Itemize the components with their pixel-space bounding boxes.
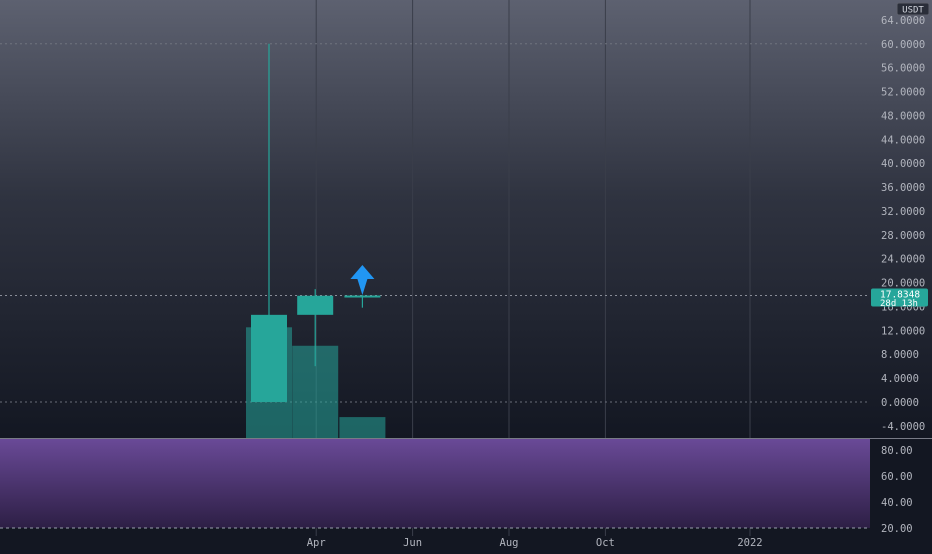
candle-body[interactable] bbox=[297, 295, 334, 315]
oscillator-tick-label: 40.00 bbox=[881, 497, 913, 509]
price-tick-label: 40.0000 bbox=[881, 158, 925, 170]
price-tick-label: 12.0000 bbox=[881, 325, 925, 337]
time-tick-label: 2022 bbox=[737, 537, 762, 549]
price-tick-label: 28.0000 bbox=[881, 230, 925, 242]
price-tick-label: 36.0000 bbox=[881, 182, 925, 194]
bar-countdown: 28d 13h bbox=[880, 299, 918, 309]
price-tick-label: 20.0000 bbox=[881, 278, 925, 290]
oscillator-tick-label: 60.00 bbox=[881, 471, 913, 483]
candle-body[interactable] bbox=[251, 314, 287, 402]
candle-body[interactable] bbox=[344, 295, 381, 298]
currency-label: USDT bbox=[902, 6, 924, 16]
price-tick-label: 60.0000 bbox=[881, 39, 925, 51]
time-tick-label: Oct bbox=[596, 537, 615, 549]
price-tick-label: -4.0000 bbox=[881, 421, 925, 433]
volume-bar bbox=[339, 417, 386, 438]
oscillator-tick-label: 20.00 bbox=[881, 523, 913, 535]
price-tick-label: 64.0000 bbox=[881, 15, 925, 27]
price-tick-label: 52.0000 bbox=[881, 87, 925, 99]
oscillator-pane: 20.00 40.00 60.00 80.00 bbox=[0, 438, 932, 535]
price-tick-label: 48.0000 bbox=[881, 110, 925, 122]
oscillator-band-fill bbox=[0, 438, 870, 528]
main-pane-background bbox=[0, 0, 932, 438]
price-tick-label: 32.0000 bbox=[881, 206, 925, 218]
price-tick-label: 44.0000 bbox=[881, 134, 925, 146]
price-tick-label: 56.0000 bbox=[881, 63, 925, 75]
time-tick-label: Aug bbox=[500, 537, 519, 549]
price-tick-label: 24.0000 bbox=[881, 254, 925, 266]
price-chart-svg[interactable]: 20.00 40.00 60.00 80.00 -4.0000 0.0000 4.0000… bbox=[0, 0, 932, 550]
time-tick-label: Jun bbox=[403, 537, 422, 549]
price-tick-label: 4.0000 bbox=[881, 373, 919, 385]
price-tick-label: 8.0000 bbox=[881, 349, 919, 361]
chart-container[interactable]: 20.00 40.00 60.00 80.00 -4.0000 0.0000 4.0000… bbox=[0, 0, 932, 550]
price-tick-label: 0.0000 bbox=[881, 397, 919, 409]
time-tick-label: Apr bbox=[307, 537, 326, 549]
oscillator-tick-label: 80.00 bbox=[881, 445, 913, 457]
